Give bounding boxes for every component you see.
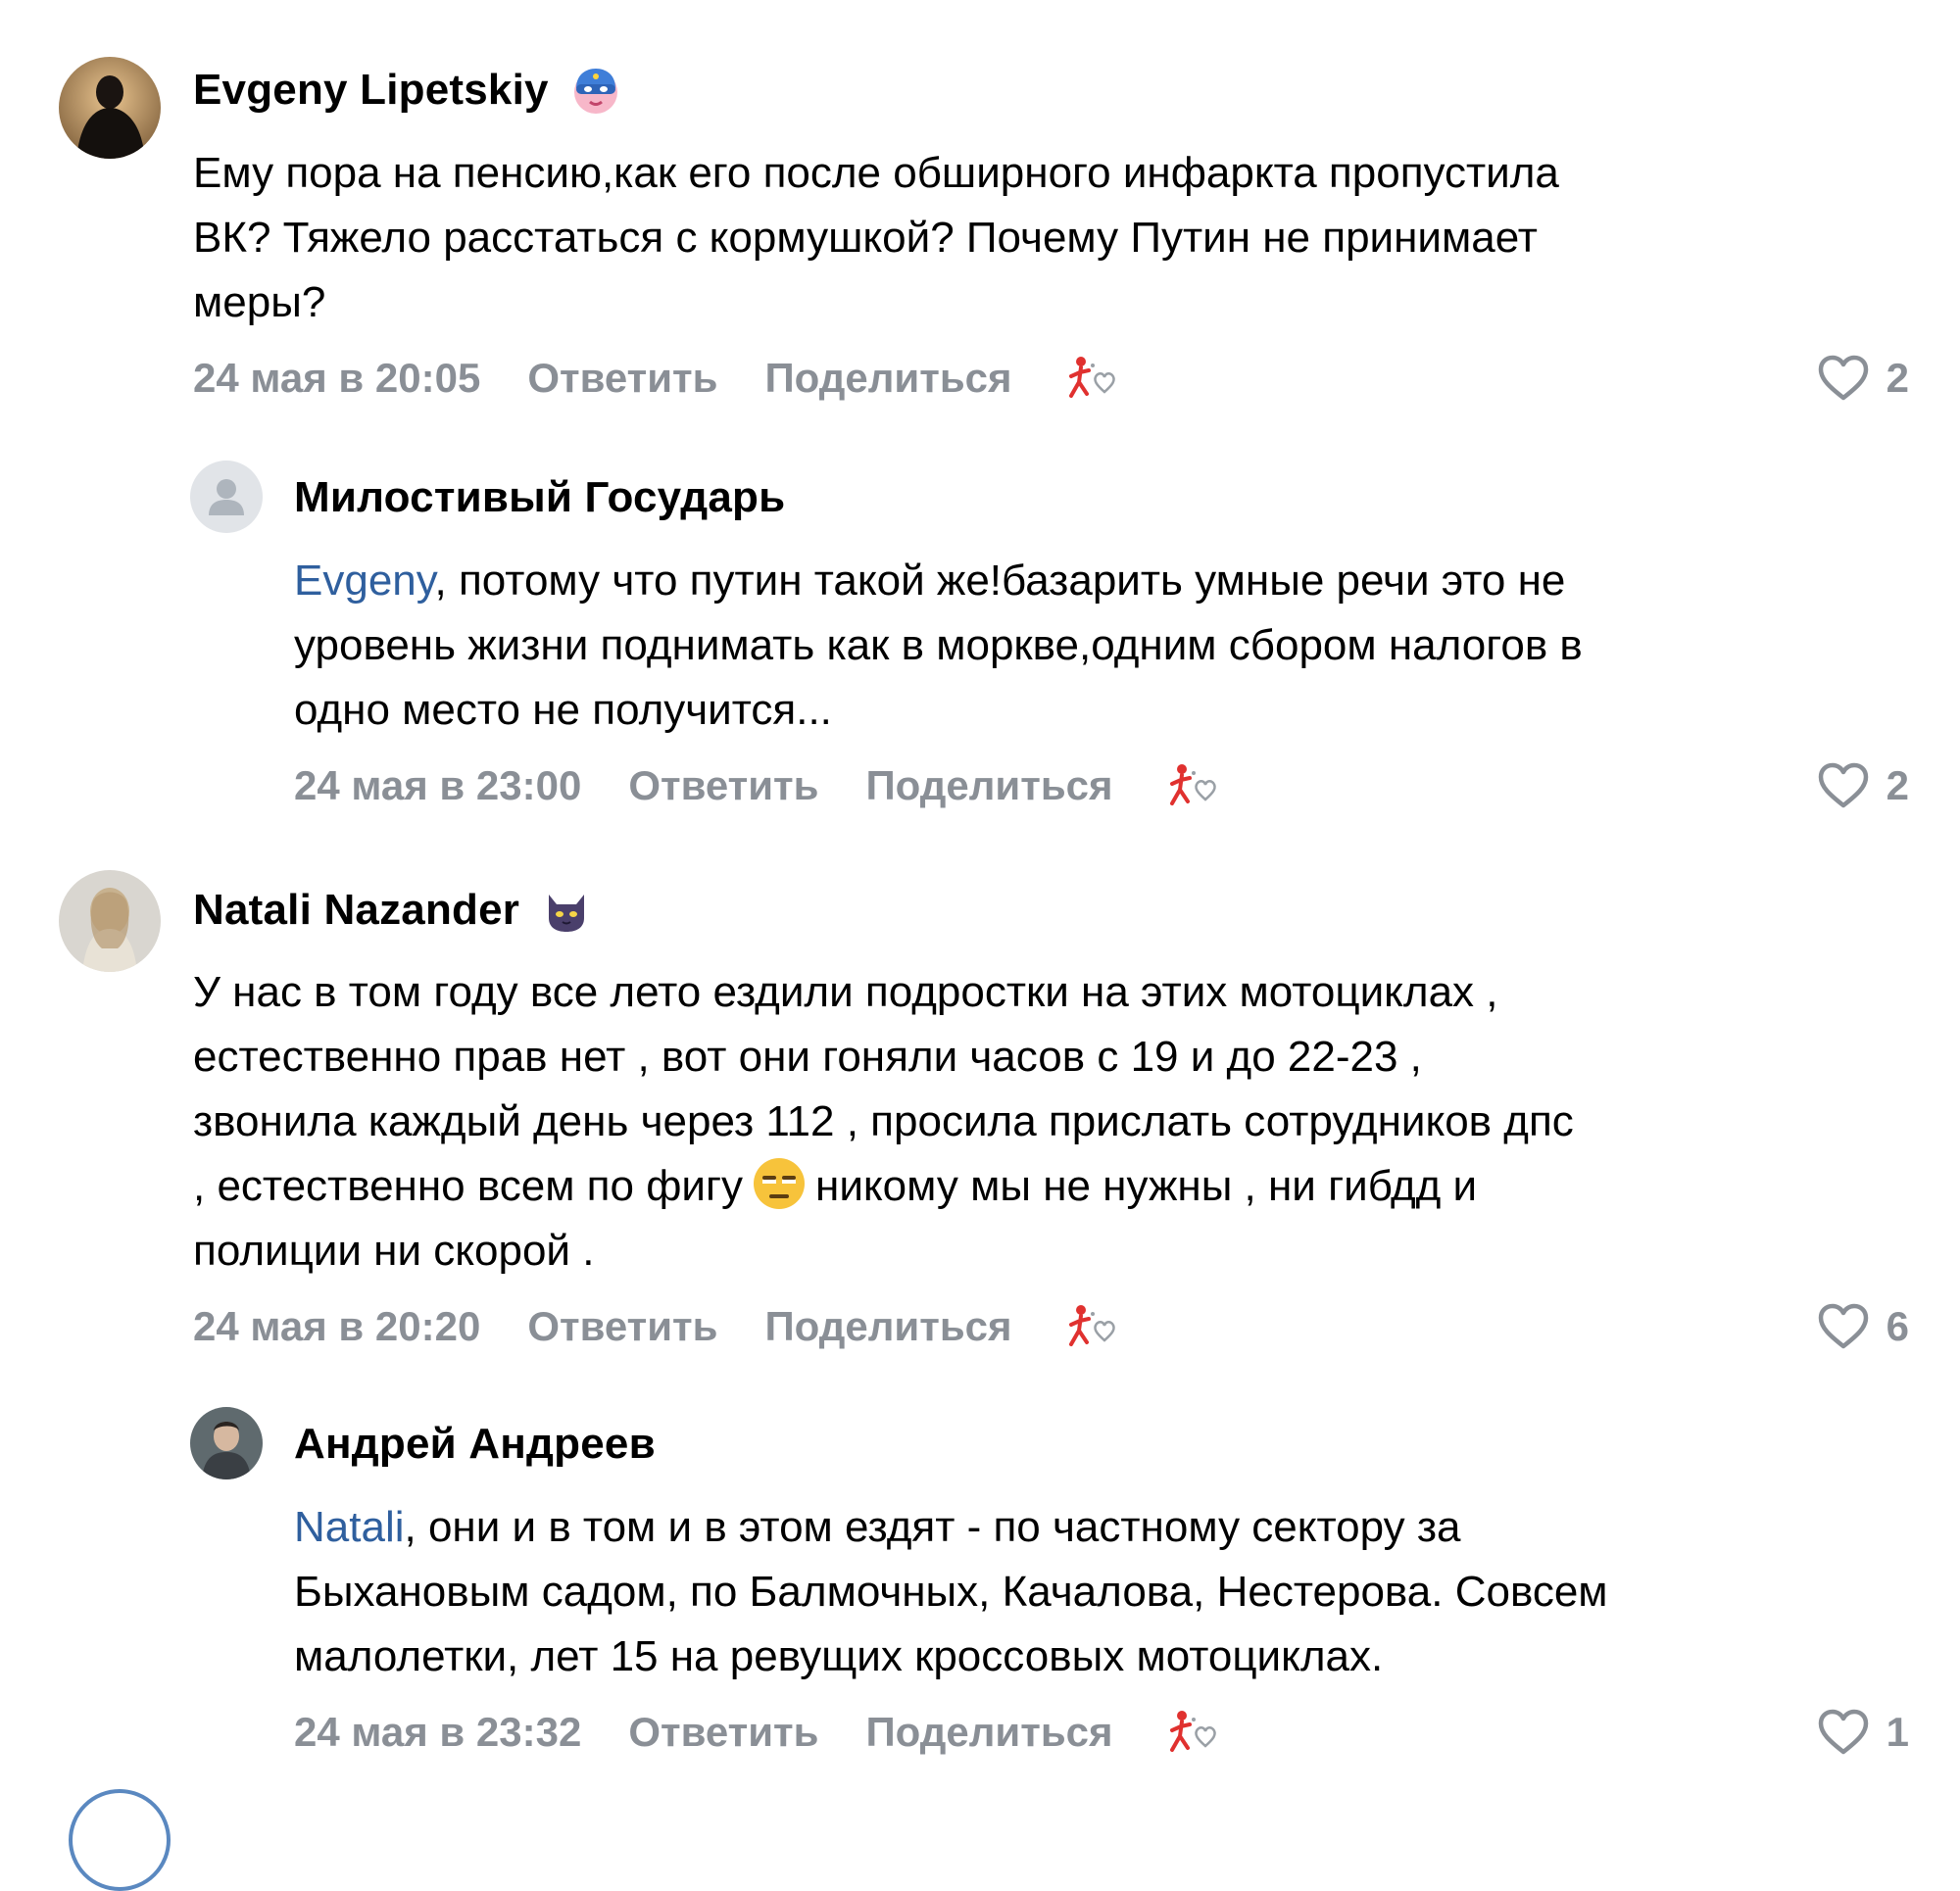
avatar-photo (190, 1407, 263, 1479)
reaction-icon[interactable] (1160, 1705, 1225, 1760)
share-button[interactable]: Поделиться (764, 1299, 1011, 1354)
like-button[interactable]: 6 (1816, 1299, 1909, 1354)
comment-author: Evgeny Lipetskiy (193, 63, 621, 118)
comment-text-line: У нас в том году все лето ездили подрост… (193, 968, 1498, 1016)
comment-text-line: уровень жизни поднимать как в моркве,одн… (294, 621, 1583, 669)
mention-link[interactable]: Evgeny (294, 557, 435, 605)
comment-meta: 24 мая в 23:32 Ответить Поделиться (294, 1705, 1225, 1760)
reaction-icon[interactable] (1160, 758, 1225, 813)
avatar[interactable] (190, 461, 263, 533)
like-count: 2 (1886, 762, 1909, 808)
comment-text-fragment: , естественно всем по фигу (193, 1162, 744, 1210)
heart-icon (1818, 1709, 1868, 1755)
comment-text: У нас в том году все лето ездили подрост… (193, 960, 1947, 1284)
avatar[interactable] (59, 57, 161, 159)
expressionless-face-icon (751, 1155, 808, 1212)
author-name[interactable]: Андрей Андреев (294, 1417, 656, 1472)
share-button[interactable]: Поделиться (865, 758, 1112, 813)
comment-text-line: малолетки, лет 15 на ревущих кроссовых м… (294, 1632, 1384, 1680)
comment-text-line: одно место не получится... (294, 686, 832, 734)
comment-author: Natali Nazander (193, 883, 592, 938)
superhero-mask-icon (570, 65, 621, 116)
reply-button[interactable]: Ответить (527, 1299, 717, 1354)
like-count: 2 (1886, 355, 1909, 401)
reaction-icon[interactable] (1059, 351, 1124, 406)
reply-button[interactable]: Ответить (628, 758, 818, 813)
avatar[interactable] (59, 870, 161, 972)
author-name[interactable]: Милостивый Государь (294, 470, 785, 525)
avatar-photo (59, 57, 161, 159)
comment-text-line: Evgeny, потому что путин такой же!базари… (294, 549, 1921, 613)
comment-time[interactable]: 24 мая в 20:05 (193, 351, 480, 406)
reaction-icon[interactable] (1059, 1299, 1124, 1354)
comment-text-line: ВК? Тяжело расстаться с кормушкой? Почем… (193, 214, 1538, 262)
comment-time[interactable]: 24 мая в 23:32 (294, 1705, 581, 1760)
comment-meta: 24 мая в 20:20 Ответить Поделиться (193, 1299, 1124, 1354)
default-user-icon (190, 461, 263, 533)
heart-icon (1818, 1303, 1868, 1349)
like-button[interactable]: 2 (1816, 351, 1909, 406)
comment-text-line: полиции ни скорой . (193, 1227, 595, 1275)
comment-text-line: меры? (193, 278, 326, 326)
comment-meta: 24 мая в 20:05 Ответить Поделиться (193, 351, 1124, 406)
like-button[interactable]: 2 (1816, 758, 1909, 813)
comment-text: Ему пора на пенсию,как его после обширно… (193, 141, 1947, 335)
comment-text-fragment: , потому что путин такой же!базарить умн… (434, 557, 1566, 605)
comment-text-fragment: никому мы не нужны , ни гибдд и (815, 1162, 1478, 1210)
comment-text-line: звонила каждый день через 112 , просила … (193, 1097, 1574, 1145)
author-name[interactable]: Evgeny Lipetskiy (193, 63, 549, 118)
reply-button[interactable]: Ответить (527, 351, 717, 406)
reply-button[interactable]: Ответить (628, 1705, 818, 1760)
avatar[interactable] (190, 1407, 263, 1479)
heart-icon (1818, 762, 1868, 808)
black-cat-icon (541, 885, 592, 936)
share-button[interactable]: Поделиться (865, 1705, 1112, 1760)
comment-text-line: Natali, они и в том и в этом ездят - по … (294, 1495, 1921, 1560)
author-name[interactable]: Natali Nazander (193, 883, 519, 938)
share-button[interactable]: Поделиться (764, 351, 1011, 406)
comment-time[interactable]: 24 мая в 23:00 (294, 758, 581, 813)
comment-text: Evgeny, потому что путин такой же!базари… (294, 549, 1921, 743)
comment-time[interactable]: 24 мая в 20:20 (193, 1299, 480, 1354)
comment-text-line: Быхановым садом, по Балмочных, Качалова,… (294, 1568, 1608, 1616)
avatar-photo (59, 870, 161, 972)
comment-text-line: , естественно всем по фигу никому мы не н… (193, 1154, 1947, 1219)
heart-icon (1818, 355, 1868, 401)
comment-text-line: естественно прав нет , вот они гоняли ча… (193, 1033, 1422, 1081)
like-count: 1 (1886, 1709, 1909, 1755)
like-button[interactable]: 1 (1816, 1705, 1909, 1760)
comment-author: Андрей Андреев (294, 1417, 656, 1472)
comment-author: Милостивый Государь (294, 470, 785, 525)
comment-meta: 24 мая в 23:00 Ответить Поделиться (294, 758, 1225, 813)
comment-text-fragment: , они и в том и в этом ездят - по частно… (404, 1503, 1461, 1551)
comment-text-line: Ему пора на пенсию,как его после обширно… (193, 149, 1559, 197)
like-count: 6 (1886, 1303, 1909, 1349)
avatar[interactable] (69, 1789, 171, 1891)
comment-text: Natali, они и в том и в этом ездят - по … (294, 1495, 1921, 1689)
mention-link[interactable]: Natali (294, 1503, 405, 1551)
